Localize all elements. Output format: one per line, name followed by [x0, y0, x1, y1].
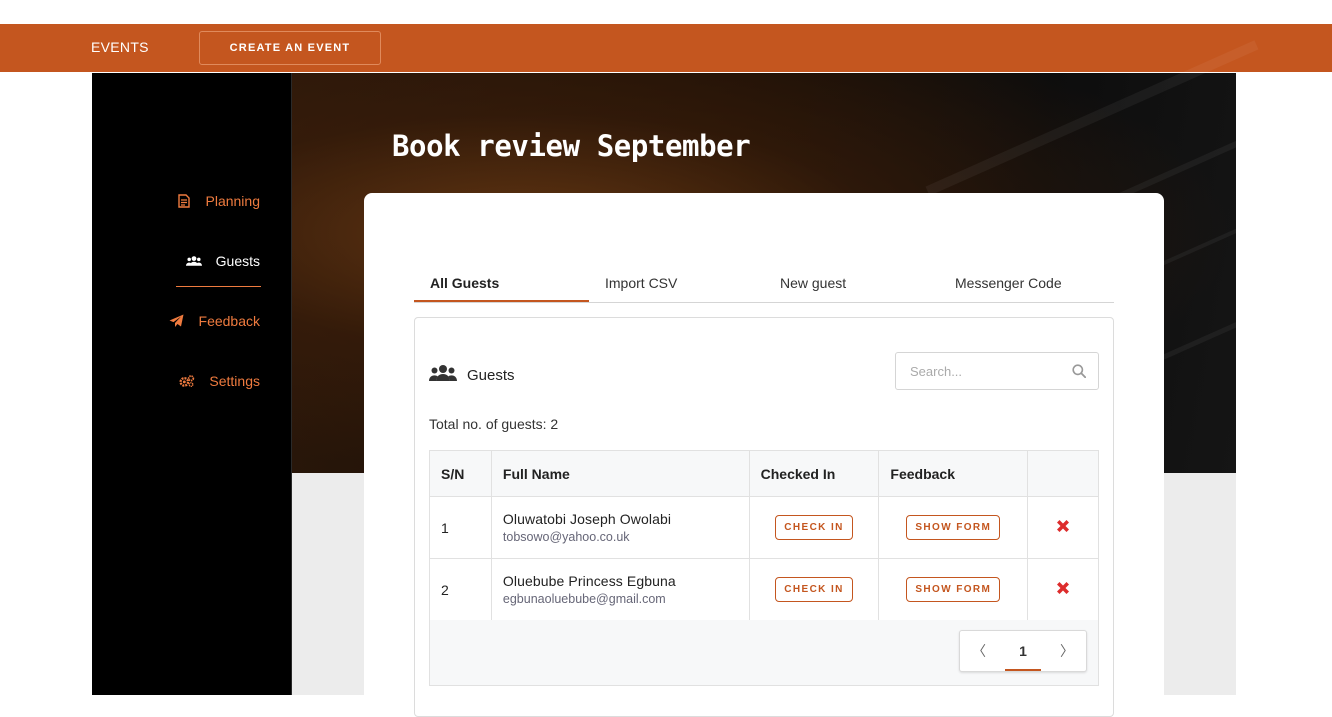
document-icon: [176, 193, 192, 209]
check-in-button[interactable]: CHECK IN: [775, 577, 853, 602]
sidebar-item-label: Feedback: [198, 313, 260, 329]
guest-name-cell: Oluwatobi Joseph Owolabi tobsowo@yahoo.c…: [490, 496, 750, 559]
users-icon: [429, 364, 457, 386]
column-header: S/N: [429, 450, 492, 497]
paper-plane-icon: [169, 313, 185, 329]
top-navbar: EVENTS CREATE AN EVENT: [0, 24, 1332, 72]
table-footer: 〈 1 〉: [429, 620, 1099, 686]
checked-in-cell: CHECK IN: [748, 496, 880, 559]
guest-email: tobsowo@yahoo.co.uk: [502, 530, 630, 544]
tab-all-guests[interactable]: All Guests: [430, 275, 499, 291]
table-row: 1 Oluwatobi Joseph Owolabi tobsowo@yahoo…: [429, 496, 1099, 559]
sidebar-item-settings[interactable]: Settings: [179, 373, 260, 389]
serial-number: 2: [429, 558, 492, 621]
search-box: [895, 352, 1099, 390]
gears-icon: [179, 373, 195, 389]
tab-new-guest[interactable]: New guest: [780, 275, 846, 291]
delete-cell: [1027, 496, 1099, 559]
checked-in-cell: CHECK IN: [748, 558, 880, 621]
sidebar-item-label: Settings: [209, 373, 260, 389]
guest-email: egbunaoluebube@gmail.com: [502, 592, 666, 606]
tab-import-csv[interactable]: Import CSV: [605, 275, 677, 291]
guests-card: All Guests Import CSV New guest Messenge…: [364, 193, 1164, 717]
delete-icon[interactable]: [1055, 580, 1071, 599]
guest-count: Total no. of guests: 2: [429, 416, 559, 432]
guest-tabs: All Guests Import CSV New guest Messenge…: [414, 263, 1114, 303]
guest-name-cell: Oluebube Princess Egbuna egbunaoluebube@…: [490, 558, 750, 621]
guest-name: Oluwatobi Joseph Owolabi: [502, 511, 672, 527]
show-form-button[interactable]: SHOW FORM: [906, 515, 1001, 540]
table-row: 2 Oluebube Princess Egbuna egbunaoluebub…: [429, 558, 1099, 621]
sidebar-item-label: Guests: [215, 253, 260, 269]
feedback-cell: SHOW FORM: [878, 558, 1029, 621]
users-icon: [185, 253, 202, 269]
column-header: Checked In: [748, 450, 880, 497]
guests-table: S/N Full Name Checked In Feedback 1 Oluw…: [429, 450, 1099, 621]
sidebar-item-planning[interactable]: Planning: [176, 193, 261, 209]
delete-cell: [1027, 558, 1099, 621]
tab-messenger-code[interactable]: Messenger Code: [955, 275, 1062, 291]
pagination: 〈 1 〉: [959, 630, 1087, 672]
panel-title: Guests: [467, 366, 515, 384]
next-page-button[interactable]: 〉: [1060, 641, 1074, 661]
active-nav-indicator: [176, 286, 261, 287]
events-nav-link[interactable]: EVENTS: [91, 39, 149, 55]
serial-number: 1: [429, 496, 492, 559]
show-form-button[interactable]: SHOW FORM: [906, 577, 1001, 602]
active-tab-indicator: [414, 300, 589, 302]
search-icon[interactable]: [1072, 364, 1087, 383]
search-input[interactable]: [896, 353, 1056, 389]
sidebar-item-feedback[interactable]: Feedback: [169, 313, 260, 329]
delete-icon[interactable]: [1055, 518, 1071, 537]
create-event-button[interactable]: CREATE AN EVENT: [199, 31, 381, 65]
panel-heading: Guests: [429, 364, 515, 386]
sidebar-item-label: Planning: [205, 193, 261, 209]
table-header-row: S/N Full Name Checked In Feedback: [429, 450, 1099, 497]
column-header: Full Name: [490, 450, 750, 497]
prev-page-button[interactable]: 〈: [972, 641, 986, 661]
sidebar: Planning Guests Feedback Settings: [92, 73, 292, 695]
feedback-cell: SHOW FORM: [878, 496, 1029, 559]
event-title: Book review September: [392, 129, 751, 163]
guest-name: Oluebube Princess Egbuna: [502, 573, 676, 589]
guests-panel: Guests Total no. of guests: 2 S/N Full N…: [414, 317, 1114, 717]
column-header: [1027, 450, 1099, 497]
column-header: Feedback: [878, 450, 1029, 497]
sidebar-item-guests[interactable]: Guests: [185, 253, 260, 269]
current-page[interactable]: 1: [1005, 643, 1041, 671]
check-in-button[interactable]: CHECK IN: [775, 515, 853, 540]
